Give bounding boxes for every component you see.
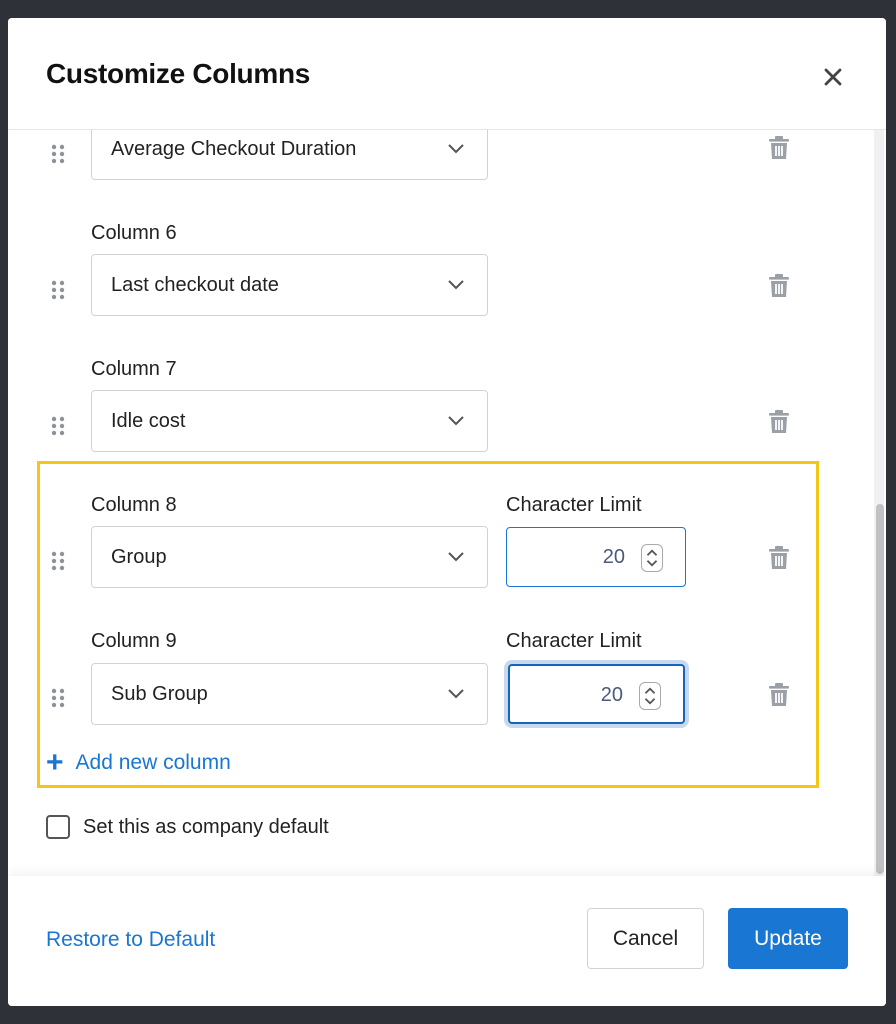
column-9-char-limit-input[interactable]: 20: [508, 664, 685, 724]
column-8-char-limit-label: Character Limit: [506, 494, 642, 516]
column-9-char-limit-label: Character Limit: [506, 630, 642, 652]
cancel-button[interactable]: Cancel: [587, 908, 704, 969]
column-6-label: Column 6: [91, 222, 177, 244]
column-9-select[interactable]: Sub Group: [91, 663, 488, 725]
delete-column-6-button[interactable]: [768, 274, 790, 298]
column-8-select[interactable]: Group: [91, 526, 488, 588]
scrollbar-thumb[interactable]: [876, 504, 884, 874]
dialog-title: Customize Columns: [46, 58, 311, 89]
delete-column-7-button[interactable]: [768, 410, 790, 434]
chevron-down-icon: [448, 144, 464, 154]
company-default-option[interactable]: Set this as company default: [46, 815, 329, 839]
column-8-char-limit-value: 20: [602, 546, 625, 568]
close-icon: [824, 68, 842, 86]
plus-icon: +: [46, 746, 64, 779]
delete-column-9-button[interactable]: [768, 683, 790, 707]
chevron-down-icon: [448, 416, 464, 426]
add-new-column-button[interactable]: + Add new column: [46, 748, 231, 778]
drag-handle-icon[interactable]: [51, 551, 65, 571]
dialog-header: Customize Columns: [8, 18, 886, 130]
trash-icon: [769, 410, 789, 433]
update-button[interactable]: Update: [728, 908, 848, 969]
trash-icon: [769, 546, 789, 569]
column-8-value: Group: [111, 546, 167, 568]
drag-handle-icon[interactable]: [51, 280, 65, 300]
column-9-char-limit-value: 20: [600, 684, 623, 706]
drag-handle-icon[interactable]: [51, 688, 65, 708]
column-6-value: Last checkout date: [111, 274, 279, 296]
dialog-footer: Restore to Default Cancel Update: [8, 876, 886, 1006]
column-5-value: Average Checkout Duration: [111, 138, 357, 160]
company-default-checkbox[interactable]: [46, 815, 70, 839]
restore-default-link[interactable]: Restore to Default: [46, 928, 215, 952]
column-8-char-limit-input[interactable]: 20: [506, 527, 686, 587]
drag-handle-icon[interactable]: [51, 144, 65, 164]
scrollbar[interactable]: [874, 130, 884, 876]
customize-columns-dialog: Customize Columns Average Checkout Durat…: [8, 18, 886, 1006]
stepper-icon[interactable]: [639, 682, 661, 710]
chevron-down-icon: [448, 552, 464, 562]
drag-handle-icon[interactable]: [51, 416, 65, 436]
company-default-label: Set this as company default: [83, 815, 329, 838]
column-8-label: Column 8: [91, 494, 177, 516]
column-5-select[interactable]: Average Checkout Duration: [91, 130, 488, 180]
column-9-label: Column 9: [91, 630, 177, 652]
chevron-down-icon: [448, 689, 464, 699]
add-new-column-label: Add new column: [75, 751, 231, 774]
column-9-value: Sub Group: [111, 683, 208, 705]
chevron-down-icon: [448, 280, 464, 290]
column-7-value: Idle cost: [111, 410, 186, 432]
column-7-label: Column 7: [91, 358, 177, 380]
trash-icon: [769, 274, 789, 297]
delete-column-5-button[interactable]: [768, 136, 790, 160]
column-6-select[interactable]: Last checkout date: [91, 254, 488, 316]
stepper-icon[interactable]: [641, 544, 663, 572]
delete-column-8-button[interactable]: [768, 546, 790, 570]
trash-icon: [769, 683, 789, 706]
column-7-select[interactable]: Idle cost: [91, 390, 488, 452]
trash-icon: [769, 136, 789, 159]
close-button[interactable]: [820, 64, 846, 90]
